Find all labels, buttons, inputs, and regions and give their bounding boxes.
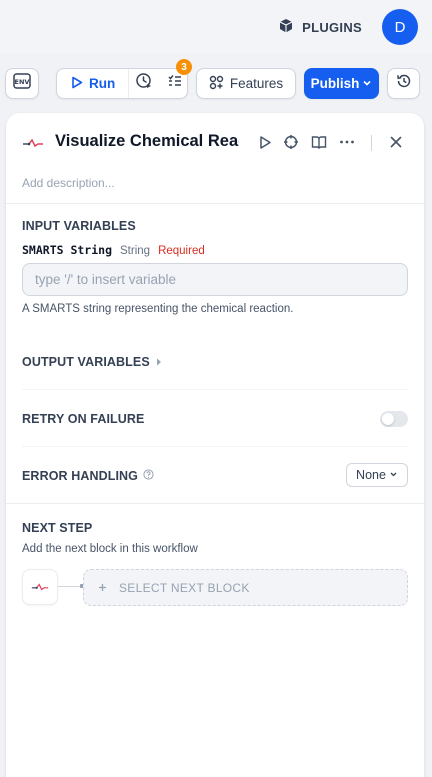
checklist-icon[interactable]: 3 [167, 59, 192, 94]
run-group: Run 3 [56, 59, 192, 99]
smarts-string-input[interactable] [22, 263, 408, 296]
retry-toggle[interactable] [380, 411, 408, 427]
cube-icon [278, 18, 294, 37]
variable-type: String [120, 245, 151, 257]
divider [6, 503, 424, 504]
run-button[interactable]: Run [57, 69, 129, 98]
error-handling-header: ERROR HANDLING [22, 469, 154, 483]
error-handling-value: None [356, 468, 386, 482]
close-icon[interactable] [387, 133, 405, 151]
description-field[interactable]: Add description... [22, 176, 115, 190]
plugins-button[interactable]: PLUGINS [278, 18, 362, 37]
next-step-title: NEXT STEP [22, 521, 93, 535]
variable-info: SMARTS String String Required [22, 243, 205, 257]
select-next-block-button[interactable]: SELECT NEXT BLOCK [83, 569, 408, 606]
connector-line [58, 586, 82, 587]
reaction-node-icon [22, 132, 44, 154]
run-step-icon[interactable] [256, 133, 274, 151]
run-history-icon[interactable] [135, 72, 153, 95]
output-variables-title: OUTPUT VARIABLES [22, 355, 150, 369]
help-icon[interactable] [143, 469, 154, 483]
header-separator [371, 135, 372, 151]
more-options-icon[interactable] [338, 133, 356, 151]
features-button[interactable]: Features [196, 68, 296, 99]
env-button[interactable]: ENV [5, 68, 39, 99]
toggle-knob [382, 413, 394, 425]
env-icon: ENV [13, 73, 31, 94]
current-node-icon [22, 569, 58, 605]
error-handling-select[interactable]: None [346, 463, 408, 487]
next-step-subtitle: Add the next block in this workflow [22, 543, 198, 555]
input-variables-title: INPUT VARIABLES [22, 219, 136, 233]
version-history-button[interactable] [387, 68, 420, 99]
publish-button[interactable]: Publish [304, 68, 379, 99]
select-next-block-label: SELECT NEXT BLOCK [119, 580, 250, 595]
divider [22, 446, 408, 447]
publish-label: Publish [310, 76, 360, 91]
divider [22, 389, 408, 390]
chevron-down-icon [389, 468, 398, 482]
workflow-toolbar: ENV Run 3 Features Publish [0, 59, 432, 102]
panel-header: Visualize Chemical Reacti [6, 113, 424, 169]
top-header: PLUGINS D [0, 0, 432, 54]
error-handling-title: ERROR HANDLING [22, 469, 138, 483]
chevron-down-icon [362, 76, 372, 91]
checklist-count-badge: 3 [176, 59, 192, 75]
history-icon [396, 73, 412, 94]
features-label: Features [229, 76, 284, 91]
features-icon [209, 75, 224, 93]
node-panel: Visualize Chemical Reacti Add descriptio… [6, 113, 424, 777]
panel-title[interactable]: Visualize Chemical Reacti [55, 132, 239, 151]
play-icon [71, 76, 83, 92]
divider [6, 203, 424, 204]
retry-title: RETRY ON FAILURE [22, 412, 145, 426]
locate-icon[interactable] [282, 133, 300, 151]
svg-text:ENV: ENV [15, 78, 30, 86]
variable-name: SMARTS String [22, 243, 113, 257]
output-variables-toggle[interactable]: OUTPUT VARIABLES [22, 355, 162, 369]
avatar[interactable]: D [382, 9, 418, 45]
run-label: Run [89, 76, 116, 91]
required-label: Required [158, 245, 205, 257]
caret-right-icon [156, 355, 162, 369]
plugins-label: PLUGINS [302, 19, 362, 35]
variable-help-text: A SMARTS string representing the chemica… [22, 303, 294, 315]
plus-icon [98, 581, 107, 595]
book-icon[interactable] [310, 133, 328, 151]
